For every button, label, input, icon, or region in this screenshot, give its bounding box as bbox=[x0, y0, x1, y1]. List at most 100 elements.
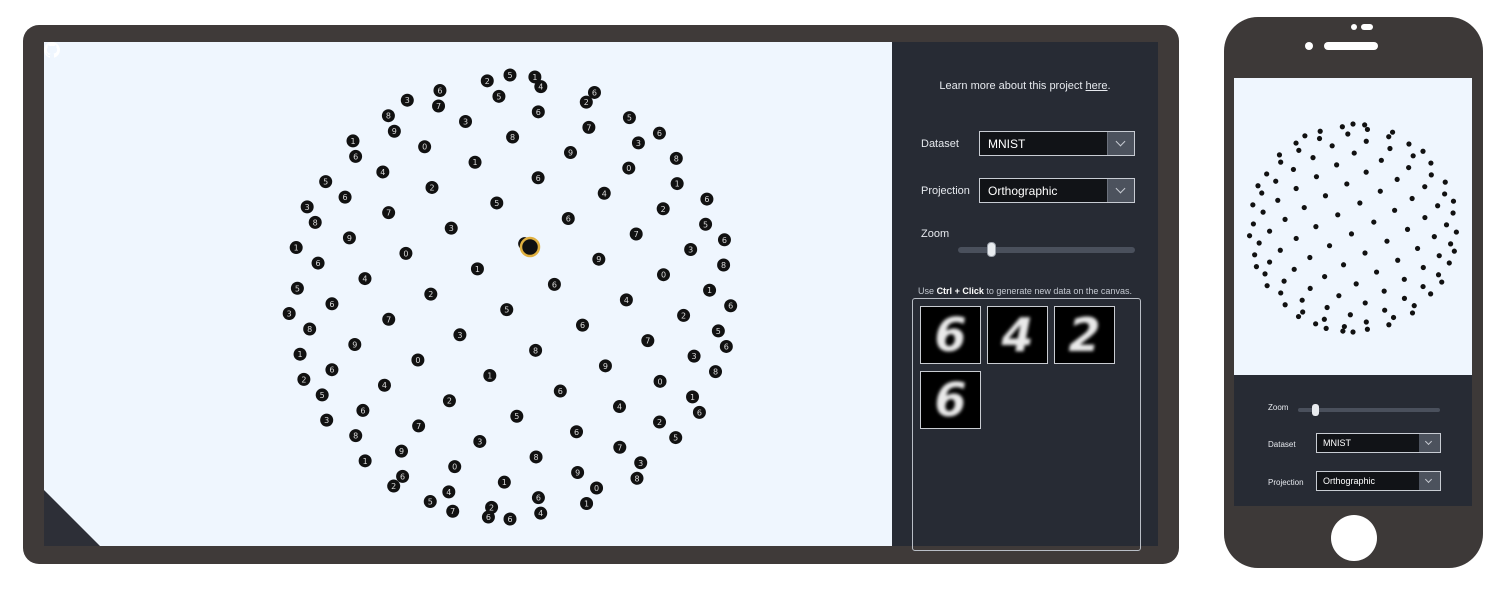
data-point[interactable] bbox=[1442, 179, 1448, 185]
data-point[interactable] bbox=[1253, 264, 1260, 270]
data-point[interactable]: 3 bbox=[687, 349, 701, 363]
data-point[interactable]: 0 bbox=[622, 161, 636, 175]
data-point[interactable]: 5 bbox=[622, 111, 636, 125]
data-point[interactable] bbox=[1296, 147, 1302, 153]
data-point[interactable]: 2 bbox=[297, 372, 311, 386]
data-point[interactable] bbox=[1275, 197, 1281, 203]
data-point[interactable]: 8 bbox=[308, 215, 322, 229]
selected-data-point[interactable] bbox=[519, 236, 541, 258]
data-point[interactable]: 7 bbox=[629, 227, 643, 241]
data-point[interactable]: 8 bbox=[669, 151, 683, 165]
data-point[interactable]: 2 bbox=[424, 287, 438, 301]
data-point[interactable]: 6 bbox=[692, 405, 706, 419]
data-point[interactable]: 4 bbox=[613, 400, 627, 414]
data-point[interactable] bbox=[1451, 248, 1457, 254]
data-point[interactable] bbox=[1348, 231, 1355, 237]
data-point[interactable] bbox=[1324, 304, 1330, 311]
dataset-dropdown-button[interactable] bbox=[1107, 132, 1134, 155]
data-point[interactable]: 8 bbox=[303, 322, 317, 336]
data-point[interactable] bbox=[1307, 285, 1313, 292]
data-point[interactable] bbox=[1422, 214, 1428, 221]
data-point[interactable] bbox=[1431, 234, 1437, 240]
data-point[interactable]: 6 bbox=[311, 256, 325, 270]
data-point[interactable]: 0 bbox=[399, 246, 413, 260]
data-point[interactable]: 5 bbox=[669, 431, 683, 445]
data-point[interactable] bbox=[1340, 328, 1346, 334]
data-point[interactable] bbox=[1428, 160, 1434, 166]
data-point[interactable]: 5 bbox=[503, 68, 517, 82]
data-point[interactable] bbox=[1363, 138, 1369, 144]
data-point[interactable] bbox=[1409, 310, 1416, 316]
data-point[interactable]: 8 bbox=[381, 109, 395, 123]
phone-dataset-select[interactable]: MNIST bbox=[1316, 433, 1441, 453]
data-point[interactable] bbox=[1350, 329, 1356, 335]
data-point[interactable] bbox=[1401, 276, 1407, 282]
projection-select[interactable]: Orthographic bbox=[979, 178, 1135, 203]
data-point[interactable] bbox=[1363, 169, 1369, 175]
data-point[interactable] bbox=[1323, 325, 1329, 331]
phone-projection-canvas[interactable] bbox=[1234, 78, 1472, 375]
data-point[interactable]: 5 bbox=[290, 281, 304, 295]
zoom-slider[interactable] bbox=[958, 242, 1135, 257]
phone-projection-dropdown-button[interactable] bbox=[1419, 472, 1440, 490]
data-point[interactable] bbox=[1414, 245, 1421, 252]
data-point[interactable]: 4 bbox=[597, 186, 611, 200]
data-point[interactable]: 6 bbox=[325, 363, 339, 377]
data-point[interactable]: 3 bbox=[400, 93, 414, 107]
data-point[interactable]: 1 bbox=[703, 283, 717, 297]
data-point[interactable]: 1 bbox=[289, 241, 303, 255]
data-point[interactable] bbox=[1336, 293, 1342, 299]
projection-canvas[interactable]: 6647215640218690318973586723566421564021… bbox=[44, 42, 892, 546]
data-point[interactable] bbox=[1260, 209, 1266, 215]
data-point[interactable] bbox=[1293, 235, 1299, 242]
data-point[interactable]: 0 bbox=[656, 268, 670, 282]
data-point[interactable]: 4 bbox=[619, 293, 633, 307]
data-point[interactable]: 2 bbox=[677, 308, 691, 322]
data-point[interactable]: 6 bbox=[561, 211, 575, 225]
data-point[interactable]: 2 bbox=[425, 180, 439, 194]
data-point[interactable] bbox=[1339, 124, 1345, 130]
data-point[interactable] bbox=[1384, 238, 1390, 244]
data-point[interactable] bbox=[1386, 134, 1392, 140]
data-point[interactable] bbox=[1316, 135, 1323, 142]
data-point[interactable]: 0 bbox=[418, 140, 432, 154]
generated-sample[interactable]: 4 bbox=[987, 306, 1048, 364]
data-point[interactable]: 3 bbox=[320, 413, 334, 427]
data-point[interactable]: 1 bbox=[497, 475, 511, 489]
data-point[interactable] bbox=[1428, 291, 1434, 297]
data-point[interactable]: 8 bbox=[529, 343, 543, 357]
data-point[interactable]: 6 bbox=[503, 512, 517, 526]
data-point[interactable]: 6 bbox=[325, 297, 339, 311]
data-point[interactable] bbox=[1420, 148, 1426, 154]
data-point[interactable] bbox=[1345, 131, 1351, 137]
data-point[interactable] bbox=[1313, 321, 1319, 327]
data-point[interactable] bbox=[1406, 164, 1412, 171]
data-point[interactable]: 7 bbox=[382, 312, 396, 326]
data-point[interactable]: 9 bbox=[571, 465, 585, 479]
data-point[interactable] bbox=[1255, 183, 1261, 189]
data-point[interactable]: 6 bbox=[338, 190, 352, 204]
data-point[interactable]: 1 bbox=[483, 369, 497, 383]
generated-sample[interactable]: 6 bbox=[920, 371, 981, 429]
data-point[interactable] bbox=[1436, 253, 1442, 259]
data-point[interactable] bbox=[1362, 122, 1368, 128]
data-point[interactable] bbox=[1439, 279, 1445, 285]
data-point[interactable]: 8 bbox=[709, 365, 723, 379]
data-point[interactable]: 5 bbox=[711, 324, 725, 338]
data-point[interactable] bbox=[1310, 155, 1316, 161]
data-point[interactable] bbox=[1322, 193, 1329, 199]
phone-zoom-slider[interactable] bbox=[1298, 404, 1440, 416]
data-point[interactable]: 9 bbox=[395, 444, 409, 458]
data-point[interactable] bbox=[1446, 260, 1452, 266]
data-point[interactable] bbox=[1277, 247, 1283, 253]
data-point[interactable]: 9 bbox=[598, 359, 612, 373]
data-point[interactable] bbox=[1373, 269, 1380, 275]
data-point[interactable] bbox=[1382, 307, 1388, 313]
data-point[interactable] bbox=[1290, 166, 1297, 173]
generated-sample[interactable]: 2 bbox=[1054, 306, 1115, 364]
data-point[interactable] bbox=[1401, 295, 1408, 301]
data-point[interactable] bbox=[1386, 322, 1392, 328]
home-button[interactable] bbox=[1331, 515, 1377, 561]
data-point[interactable]: 1 bbox=[670, 177, 684, 191]
data-point[interactable] bbox=[1293, 185, 1299, 192]
